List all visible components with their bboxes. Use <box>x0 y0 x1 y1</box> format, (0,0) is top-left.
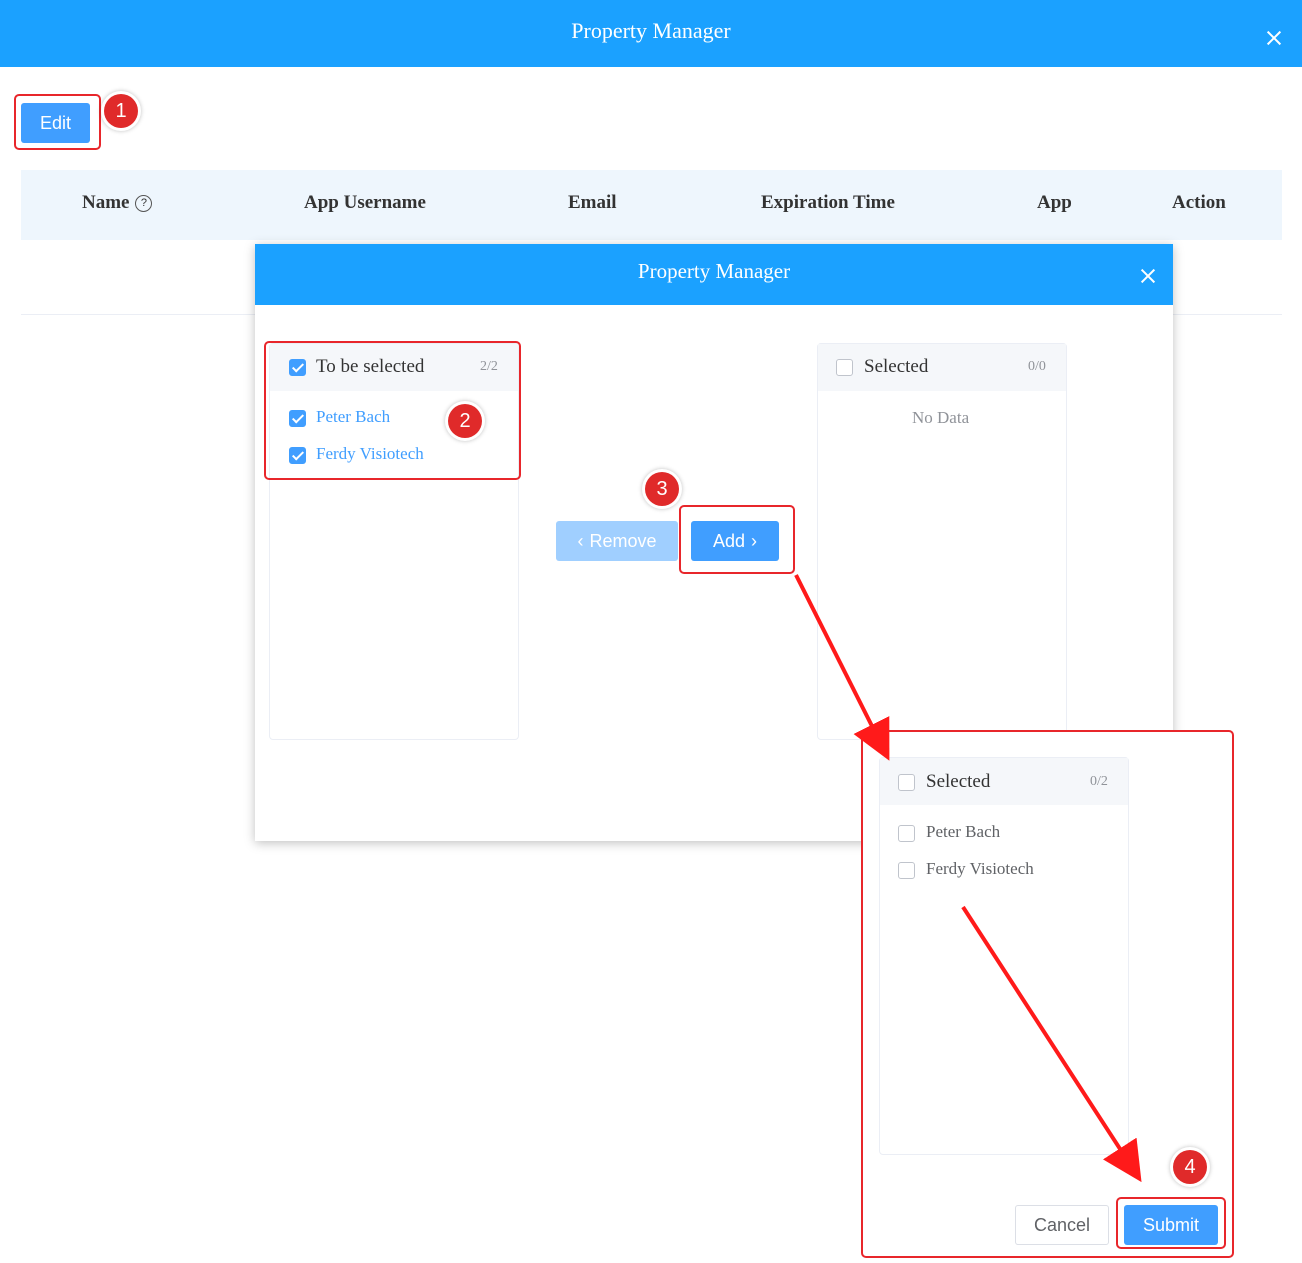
annotation-box-add <box>679 505 795 574</box>
selected-count: 0/0 <box>1028 359 1046 374</box>
selected-title: Selected <box>864 356 929 377</box>
selected-panel <box>817 343 1067 740</box>
table-header: Name? App Username Email Expiration Time… <box>21 170 1282 240</box>
column-header-action: Action <box>1172 192 1226 213</box>
column-header-email: Email <box>568 192 617 213</box>
outer-close-icon[interactable] <box>1266 30 1282 46</box>
outer-window-title: Property Manager <box>571 18 731 43</box>
column-header-app-username: App Username <box>304 192 426 213</box>
column-header-app: App <box>1037 192 1072 213</box>
question-circle-icon[interactable]: ? <box>135 195 153 212</box>
annotation-box-selection <box>264 341 521 480</box>
remove-button[interactable]: ‹ Remove <box>556 521 678 561</box>
select-all-checkbox-right[interactable] <box>836 359 853 376</box>
column-header-expiration-time: Expiration Time <box>761 192 895 213</box>
dialog-close-icon[interactable] <box>1140 268 1156 284</box>
step-badge-1: 1 <box>104 94 138 128</box>
annotation-box-edit <box>14 94 101 150</box>
column-header-name: Name? <box>82 192 153 214</box>
annotation-box-result <box>861 730 1234 1258</box>
step-badge-2: 2 <box>448 404 482 438</box>
no-data-text: No Data <box>912 408 970 427</box>
step-badge-3: 3 <box>645 472 679 506</box>
chevron-left-icon: ‹ <box>577 530 584 551</box>
dialog-title: Property Manager <box>637 259 791 283</box>
